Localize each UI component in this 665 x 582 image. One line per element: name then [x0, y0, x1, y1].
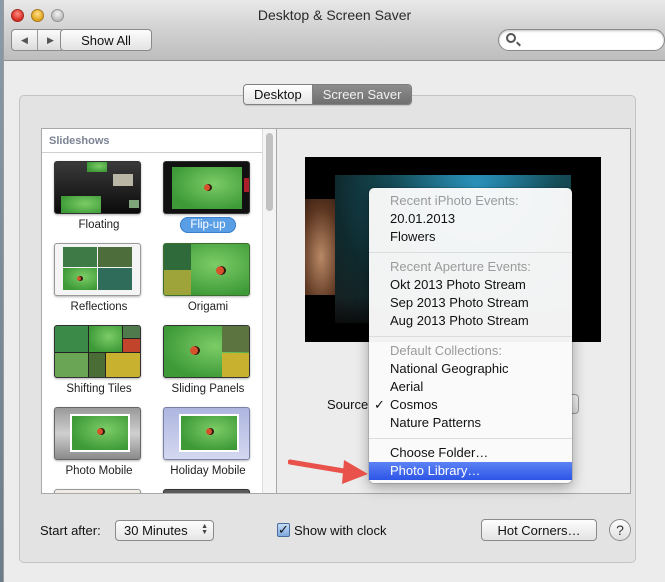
- screensaver-list: Slideshows Floating Flip-up Reflections …: [41, 128, 277, 494]
- tab-desktop[interactable]: Desktop: [244, 85, 313, 104]
- hot-corners-button[interactable]: Hot Corners…: [481, 519, 597, 541]
- thumbnail: [163, 407, 250, 460]
- slideshow-sliding-panels[interactable]: Sliding Panels: [153, 323, 263, 405]
- menu-header: Default Collections:: [390, 343, 502, 358]
- tab-screen-saver[interactable]: Screen Saver: [312, 85, 412, 104]
- thumbnail: [163, 243, 250, 296]
- menu-header: Recent iPhoto Events:: [390, 193, 519, 208]
- menu-item[interactable]: Aug 2013 Photo Stream: [369, 312, 572, 330]
- back-forward-control: ◀ ▶: [11, 29, 64, 51]
- title-bar: Desktop & Screen Saver ◀ ▶ Show All: [4, 0, 665, 61]
- slideshow-label: Shifting Tiles: [66, 383, 132, 395]
- thumbnail: [54, 243, 141, 296]
- back-icon[interactable]: ◀: [12, 30, 38, 50]
- menu-item-choose-folder[interactable]: Choose Folder…: [369, 444, 572, 462]
- source-label: Source: [327, 397, 369, 412]
- annotation-arrow-icon: [288, 459, 368, 484]
- slideshow-photo-mobile[interactable]: Photo Mobile: [44, 405, 154, 487]
- slideshow-reflections[interactable]: Reflections: [44, 241, 154, 323]
- start-after-label: Start after:: [40, 523, 101, 538]
- source-menu: Recent iPhoto Events: 20.01.2013 Flowers…: [369, 188, 572, 483]
- slideshow-floating[interactable]: Floating: [44, 159, 154, 241]
- menu-item[interactable]: Sep 2013 Photo Stream: [369, 294, 572, 312]
- updown-arrows-icon: ▲ ▼: [201, 523, 208, 536]
- menu-item[interactable]: Flowers: [369, 228, 572, 246]
- menu-separator: [369, 336, 572, 337]
- checkmark-icon: ✓: [374, 397, 385, 412]
- menu-item[interactable]: Okt 2013 Photo Stream: [369, 276, 572, 294]
- help-button[interactable]: ?: [609, 519, 631, 541]
- slideshow-label: Flip-up: [153, 217, 263, 233]
- start-after-select[interactable]: 30 Minutes ▲ ▼: [115, 520, 214, 541]
- slideshow-shifting-tiles[interactable]: Shifting Tiles: [44, 323, 154, 405]
- slideshow-label: Photo Mobile: [65, 465, 133, 477]
- menu-header: Recent Aperture Events:: [390, 259, 531, 274]
- show-all-button[interactable]: Show All: [60, 29, 152, 51]
- thumbnail: [163, 161, 250, 214]
- menu-item[interactable]: Aerial: [369, 378, 572, 396]
- thumbnail: [163, 489, 250, 493]
- slideshow-label: Sliding Panels: [171, 383, 245, 395]
- show-clock-checkbox[interactable]: ✓: [277, 523, 290, 537]
- menu-separator: [369, 252, 572, 253]
- slideshow-label: Origami: [187, 301, 229, 313]
- scrollbar-thumb[interactable]: [266, 133, 273, 211]
- menu-item[interactable]: National Geographic: [369, 360, 572, 378]
- window-title: Desktop & Screen Saver: [257, 7, 412, 23]
- slideshow-label: Reflections: [70, 301, 128, 313]
- thumbnail: [163, 325, 250, 378]
- start-after-value: 30 Minutes: [124, 523, 188, 538]
- menu-separator: [369, 438, 572, 439]
- search-input[interactable]: [498, 29, 665, 51]
- search-icon: [506, 33, 516, 43]
- menu-item-photo-library[interactable]: Photo Library…: [369, 462, 572, 480]
- list-header: Slideshows: [42, 129, 276, 153]
- show-clock-label[interactable]: Show with clock: [294, 523, 386, 538]
- thumbnail: [54, 325, 141, 378]
- slideshow-label: Holiday Mobile: [170, 465, 246, 477]
- slideshow-flip-up[interactable]: Flip-up: [153, 159, 263, 241]
- slideshow-partial[interactable]: [153, 487, 263, 493]
- tab-bar: Desktop Screen Saver: [243, 84, 413, 105]
- slideshow-partial[interactable]: [44, 487, 154, 493]
- slideshow-label: Floating: [78, 219, 120, 231]
- menu-item[interactable]: 20.01.2013: [369, 210, 572, 228]
- thumbnail: [54, 489, 141, 493]
- thumbnail: [54, 407, 141, 460]
- list-scrollbar[interactable]: [262, 129, 276, 493]
- menu-item[interactable]: Nature Patterns: [369, 414, 572, 432]
- slideshow-holiday-mobile[interactable]: Holiday Mobile: [153, 405, 263, 487]
- menu-item-selected[interactable]: ✓ Cosmos: [369, 396, 572, 414]
- slideshow-origami[interactable]: Origami: [153, 241, 263, 323]
- thumbnail: [54, 161, 141, 214]
